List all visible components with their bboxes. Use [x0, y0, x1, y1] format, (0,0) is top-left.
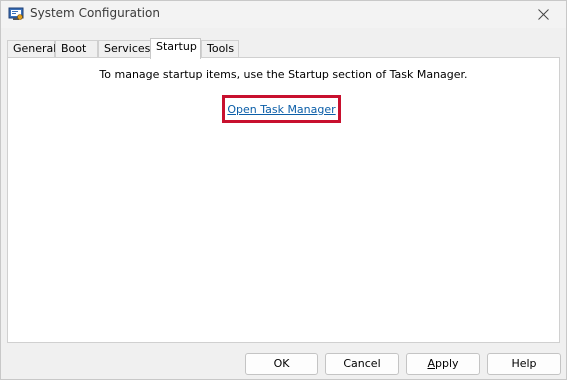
tab-boot[interactable]: Boot — [55, 40, 98, 58]
highlight-annotation: Open Task Manager — [222, 95, 341, 123]
cancel-button[interactable]: Cancel — [325, 353, 399, 375]
tab-services[interactable]: Services — [98, 40, 151, 58]
apply-label-rest: pply — [435, 357, 459, 370]
open-task-manager-link[interactable]: Open Task Manager — [227, 103, 335, 116]
apply-accelerator: A — [427, 357, 435, 370]
system-configuration-window: System Configuration General Boot Servic… — [0, 0, 567, 380]
startup-tab-panel: To manage startup items, use the Startup… — [7, 57, 560, 343]
tab-general[interactable]: General — [7, 40, 56, 58]
title-bar: System Configuration — [1, 1, 566, 28]
tab-startup[interactable]: Startup — [150, 38, 201, 59]
help-button[interactable]: Help — [487, 353, 561, 375]
apply-button[interactable]: Apply — [406, 353, 480, 375]
close-icon — [537, 9, 549, 20]
tab-tools[interactable]: Tools — [201, 40, 239, 58]
window-title: System Configuration — [30, 6, 160, 20]
msconfig-icon — [8, 7, 24, 20]
startup-instructions: To manage startup items, use the Startup… — [99, 68, 468, 81]
ok-button[interactable]: OK — [245, 353, 318, 375]
close-button[interactable] — [520, 1, 566, 28]
